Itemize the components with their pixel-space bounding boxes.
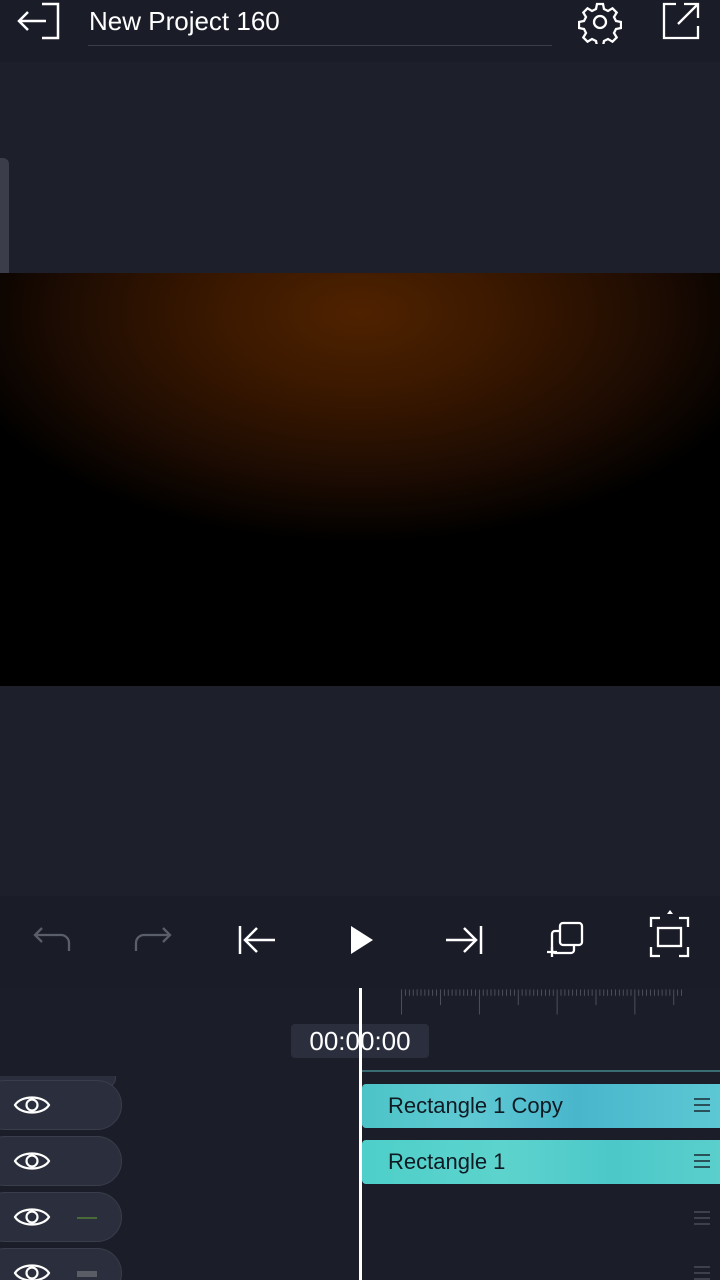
duplicate-icon	[547, 921, 584, 957]
clip-label: Rectangle 1	[388, 1149, 506, 1174]
layer-thumbnail	[77, 1271, 97, 1277]
eye-icon	[13, 1096, 51, 1114]
back-button[interactable]	[16, 0, 64, 44]
app-header: New Project 160	[0, 0, 720, 62]
playhead[interactable]	[359, 988, 362, 1280]
undo-icon	[33, 927, 71, 951]
exit-icon	[17, 2, 60, 40]
skip-to-end-icon	[446, 926, 483, 954]
gear-icon	[577, 2, 623, 48]
play-button[interactable]	[336, 918, 388, 962]
skip-to-end-button[interactable]	[438, 918, 490, 962]
layer-visibility-1[interactable]	[0, 1080, 122, 1130]
eye-icon	[13, 1264, 51, 1280]
drag-handle-icon[interactable]	[694, 1154, 710, 1168]
clip-label: Rectangle 1 Copy	[388, 1093, 563, 1118]
timeline-clip-2[interactable]: Rectangle 1	[362, 1140, 720, 1184]
export-button[interactable]	[658, 0, 702, 44]
settings-button[interactable]	[577, 0, 623, 48]
track-divider	[360, 1070, 720, 1072]
undo-button[interactable]	[25, 918, 77, 962]
layer-visibility-3[interactable]	[0, 1192, 122, 1242]
drag-handle-icon[interactable]	[694, 1211, 710, 1225]
skip-to-start-button[interactable]	[231, 918, 283, 962]
playback-toolbar	[0, 896, 720, 988]
layer-thumbnail	[77, 1217, 97, 1219]
project-title-input[interactable]: New Project 160	[88, 4, 552, 46]
canvas-preview[interactable]	[0, 273, 720, 686]
drag-handle-icon[interactable]	[694, 1098, 710, 1112]
fullscreen-icon	[649, 910, 690, 958]
play-icon	[351, 926, 373, 954]
share-external-icon	[662, 2, 700, 40]
fullscreen-button[interactable]	[643, 910, 695, 962]
time-ruler[interactable]	[360, 988, 720, 1016]
skip-to-start-icon	[238, 926, 275, 954]
eye-icon	[13, 1152, 51, 1170]
duplicate-button[interactable]	[540, 918, 592, 962]
layer-visibility-2[interactable]	[0, 1136, 122, 1186]
drag-handle-icon[interactable]	[694, 1266, 710, 1280]
layer-visibility-4[interactable]	[0, 1248, 122, 1280]
timeline-clip-1[interactable]: Rectangle 1 Copy	[362, 1084, 720, 1128]
redo-button[interactable]	[128, 918, 180, 962]
redo-icon	[134, 927, 172, 951]
eye-icon	[13, 1208, 51, 1226]
